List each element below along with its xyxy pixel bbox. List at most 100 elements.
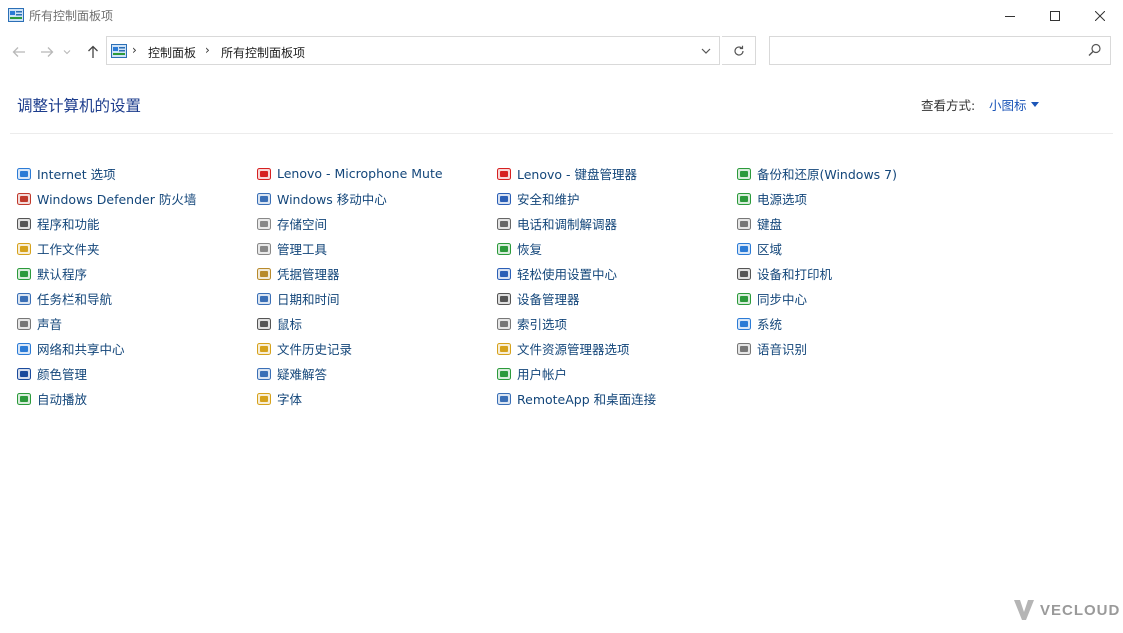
control-panel-item[interactable]: 索引选项 [496,311,736,336]
control-panel-item[interactable]: 恢复 [496,236,736,261]
control-panel-item-label[interactable]: Windows 移动中心 [277,189,387,208]
security-flag-icon [497,192,511,205]
control-panel-item[interactable]: 鼠标 [256,311,496,336]
control-panel-item-label[interactable]: Internet 选项 [37,164,116,183]
breadcrumb-control-panel[interactable]: 控制面板 [148,44,196,61]
control-panel-item-label[interactable]: Lenovo - 键盘管理器 [517,164,637,183]
control-panel-item[interactable]: 自动播放 [16,386,256,411]
control-panel-item[interactable]: 系统 [736,311,976,336]
control-panel-item-label[interactable]: 用户帐户 [517,364,567,383]
address-dropdown-button[interactable] [697,42,715,60]
control-panel-item-label[interactable]: 文件历史记录 [277,339,352,358]
control-panel-item-label[interactable]: 自动播放 [37,389,87,408]
search-input[interactable] [776,41,1080,62]
control-panel-item[interactable]: 电话和调制解调器 [496,211,736,236]
control-panel-item[interactable]: 日期和时间 [256,286,496,311]
control-panel-item[interactable]: 键盘 [736,211,976,236]
control-panel-item-label[interactable]: 语音识别 [757,339,807,358]
control-panel-item-label[interactable]: 电话和调制解调器 [517,214,617,233]
control-panel-item[interactable]: Windows 移动中心 [256,186,496,211]
control-panel-item[interactable]: 区域 [736,236,976,261]
view-by-dropdown[interactable]: 小图标 [989,95,1039,114]
control-panel-item-label[interactable]: RemoteApp 和桌面连接 [517,389,656,408]
control-panel-item-label[interactable]: 电源选项 [757,189,807,208]
search-box[interactable] [769,36,1111,65]
control-panel-item[interactable]: 同步中心 [736,286,976,311]
control-panel-item-label[interactable]: 凭据管理器 [277,264,340,283]
watermark: VECLOUD [1012,598,1120,622]
control-panel-item[interactable]: 存储空间 [256,211,496,236]
search-icon[interactable] [1088,43,1102,57]
control-panel-item-label[interactable]: 索引选项 [517,314,567,333]
control-panel-item-label[interactable]: 管理工具 [277,239,327,258]
minimize-button[interactable] [987,0,1033,32]
back-button[interactable] [8,41,30,63]
control-panel-item-label[interactable]: 轻松使用设置中心 [517,264,617,283]
recent-locations-button[interactable] [60,41,74,63]
control-panel-item-label[interactable]: 疑难解答 [277,364,327,383]
control-panel-item[interactable]: Lenovo - Microphone Mute [256,161,496,186]
control-panel-item[interactable]: 颜色管理 [16,361,256,386]
control-panel-item-label[interactable]: 设备和打印机 [757,264,832,283]
control-panel-item[interactable]: 设备和打印机 [736,261,976,286]
control-panel-item-label[interactable]: 存储空间 [277,214,327,233]
control-panel-item[interactable]: 疑难解答 [256,361,496,386]
up-button[interactable] [82,41,104,63]
control-panel-item-label[interactable]: 同步中心 [757,289,807,308]
control-panel-item[interactable]: Windows Defender 防火墙 [16,186,256,211]
control-panel-item-label[interactable]: 工作文件夹 [37,239,100,258]
control-panel-item-label[interactable]: 网络和共享中心 [37,339,125,358]
control-panel-item-label[interactable]: 程序和功能 [37,214,100,233]
control-panel-item-label[interactable]: 键盘 [757,214,782,233]
control-panel-item-label[interactable]: 区域 [757,239,782,258]
control-panel-item[interactable]: 备份和还原(Windows 7) [736,161,976,186]
control-panel-item[interactable]: 电源选项 [736,186,976,211]
forward-button[interactable] [36,41,58,63]
control-panel-item-label[interactable]: 颜色管理 [37,364,87,383]
control-panel-item[interactable]: RemoteApp 和桌面连接 [496,386,736,411]
maximize-button[interactable] [1032,0,1078,32]
control-panel-item[interactable]: Lenovo - 键盘管理器 [496,161,736,186]
control-panel-item[interactable]: 默认程序 [16,261,256,286]
control-panel-item[interactable]: 文件历史记录 [256,336,496,361]
breadcrumb-separator-icon[interactable]: › [132,43,137,57]
page-title: 调整计算机的设置 [17,97,142,115]
address-bar[interactable]: › 控制面板 › 所有控制面板项 [106,36,720,65]
control-panel-item-label[interactable]: 文件资源管理器选项 [517,339,630,358]
control-panel-item[interactable]: Internet 选项 [16,161,256,186]
control-panel-item-label[interactable]: Windows Defender 防火墙 [37,189,196,208]
view-by-value[interactable]: 小图标 [989,95,1027,114]
control-panel-item[interactable]: 程序和功能 [16,211,256,236]
control-panel-item-label[interactable]: 任务栏和导航 [37,289,112,308]
control-panel-item[interactable]: 语音识别 [736,336,976,361]
refresh-button[interactable] [722,36,756,65]
control-panel-item-label[interactable]: 设备管理器 [517,289,580,308]
control-panel-item[interactable]: 字体 [256,386,496,411]
control-panel-item-label[interactable]: 日期和时间 [277,289,340,308]
control-panel-item-label[interactable]: 恢复 [517,239,542,258]
control-panel-item[interactable]: 网络和共享中心 [16,336,256,361]
control-panel-item[interactable]: 用户帐户 [496,361,736,386]
breadcrumb-all-items[interactable]: 所有控制面板项 [221,44,305,61]
control-panel-item[interactable]: 工作文件夹 [16,236,256,261]
control-panel-item[interactable]: 任务栏和导航 [16,286,256,311]
breadcrumb-separator-icon[interactable]: › [205,43,210,57]
control-panel-item-label[interactable]: 备份和还原(Windows 7) [757,164,897,183]
control-panel-item[interactable]: 设备管理器 [496,286,736,311]
close-button[interactable] [1077,0,1123,32]
control-panel-item-label[interactable]: 安全和维护 [517,189,580,208]
control-panel-item[interactable]: 凭据管理器 [256,261,496,286]
control-panel-item[interactable]: 安全和维护 [496,186,736,211]
control-panel-item[interactable]: 轻松使用设置中心 [496,261,736,286]
watermark-text: VECLOUD [1040,601,1121,619]
control-panel-item-label[interactable]: Lenovo - Microphone Mute [277,166,443,181]
control-panel-item-label[interactable]: 字体 [277,389,302,408]
control-panel-item[interactable]: 管理工具 [256,236,496,261]
control-panel-item[interactable]: 文件资源管理器选项 [496,336,736,361]
control-panel-item-label[interactable]: 鼠标 [277,314,302,333]
control-panel-item-label[interactable]: 声音 [37,314,62,333]
control-panel-item-label[interactable]: 系统 [757,314,782,333]
control-panel-item[interactable]: 声音 [16,311,256,336]
explorer-options-icon [497,342,511,355]
control-panel-item-label[interactable]: 默认程序 [37,264,87,283]
